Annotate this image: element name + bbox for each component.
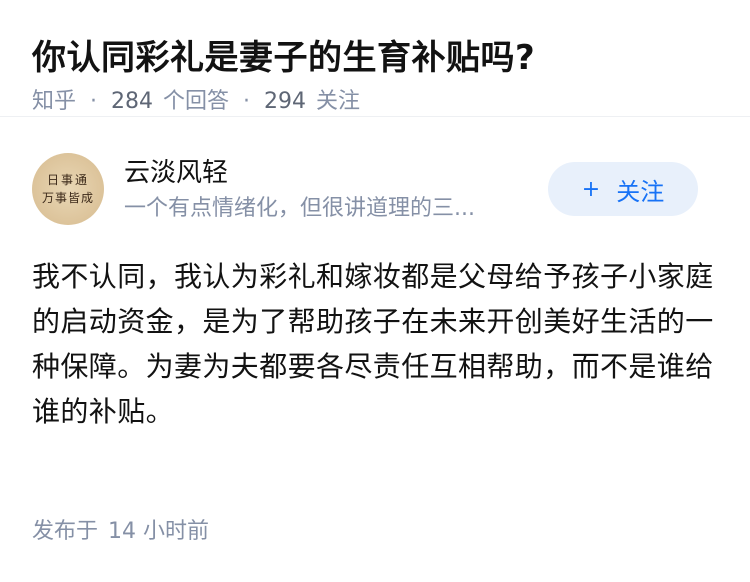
answer-text: 我不认同，我认为彩礼和嫁妆都是父母给予孩子小家庭的启动资金，是为了帮助孩子在未来… xyxy=(32,260,714,428)
follow-button[interactable]: + 关注 xyxy=(548,162,698,216)
answer-page: 你认同彩礼是妻子的生育补贴吗? 知乎 · 284 个回答 · 294 关注 日事… xyxy=(0,0,750,582)
publish-time: 发布于 14 小时前 xyxy=(32,516,209,548)
follower-count: 294 xyxy=(264,89,307,114)
question-meta: 知乎 · 284 个回答 · 294 关注 xyxy=(32,86,718,118)
author-name[interactable]: 云淡风轻 xyxy=(124,155,228,191)
avatar[interactable]: 日事通 万事皆成 xyxy=(32,153,104,225)
avatar-text-top: 日事通 xyxy=(46,173,89,187)
separator-dot: · xyxy=(90,89,98,114)
author-card: 日事通 万事皆成 云淡风轻 一个有点情绪化，但很讲道理的三... + 关注 xyxy=(0,117,750,227)
avatar-text-bottom: 万事皆成 xyxy=(41,191,94,205)
answer-count: 284 xyxy=(111,89,154,114)
follower-count-label: 关注 xyxy=(316,89,361,114)
published-label: 发布于 xyxy=(32,519,99,544)
follow-label: 关注 xyxy=(616,177,665,206)
question-title[interactable]: 你认同彩礼是妻子的生育补贴吗? xyxy=(32,34,718,82)
published-time: 14 小时前 xyxy=(108,519,210,544)
answer-content: 我不认同，我认为彩礼和嫁妆都是父母给予孩子小家庭的启动资金，是为了帮助孩子在未来… xyxy=(0,227,750,434)
answer-count-label[interactable]: 个回答 xyxy=(163,86,229,118)
plus-icon: + xyxy=(581,176,601,202)
author-bio: 一个有点情绪化，但很讲道理的三... xyxy=(124,196,475,221)
question-header: 你认同彩礼是妻子的生育补贴吗? 知乎 · 284 个回答 · 294 关注 xyxy=(0,0,750,117)
source-label: 知乎 xyxy=(32,89,77,114)
separator-dot: · xyxy=(243,89,251,114)
